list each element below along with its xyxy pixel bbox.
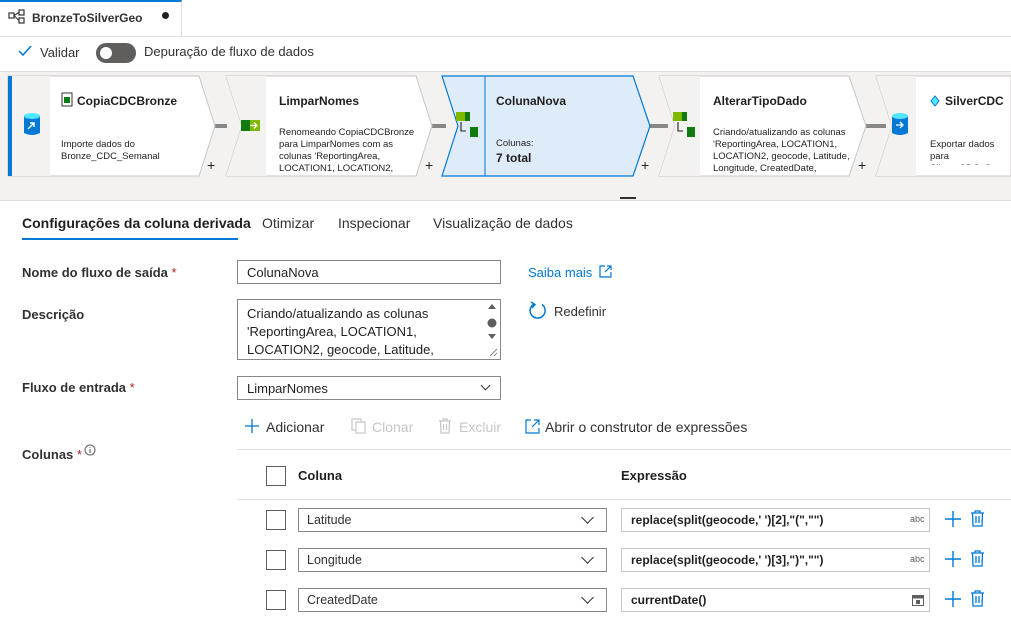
toggle-knob — [100, 47, 112, 59]
clone-button[interactable]: Clonar — [372, 419, 413, 435]
node-title[interactable]: CopiaCDCBronze — [77, 94, 177, 108]
delete-button[interactable]: Excluir — [459, 419, 501, 435]
description-label: Descrição — [22, 307, 85, 322]
string-type-icon: abc — [910, 554, 925, 564]
add-row-icon[interactable] — [945, 511, 961, 527]
select-all-checkbox[interactable] — [266, 466, 286, 486]
add-button[interactable]: Adicionar — [266, 419, 324, 435]
calendar-icon — [912, 595, 924, 606]
column-header: Coluna — [298, 468, 343, 483]
column-select[interactable]: Latitude — [298, 508, 607, 532]
reset-button[interactable]: Redefinir — [554, 304, 606, 319]
expression-input[interactable]: currentDate() — [621, 588, 930, 612]
select-transform-icon — [241, 120, 260, 131]
grid-top-border — [237, 449, 1011, 450]
add-node-button[interactable]: + — [207, 157, 215, 173]
add-row-icon[interactable] — [945, 591, 961, 607]
open-expression-builder-button[interactable]: Abrir o construtor de expressões — [545, 419, 747, 435]
delete-row-icon[interactable] — [970, 510, 985, 527]
node-title[interactable]: LimparNomes — [279, 94, 359, 108]
tab-inspect[interactable]: Inspecionar — [338, 215, 410, 231]
tab-data-preview[interactable]: Visualização de dados — [433, 215, 573, 231]
string-type-icon: abc — [910, 514, 925, 524]
node-description: Importe dados do Bronze_CDC_Semanal — [61, 139, 160, 162]
output-stream-label: Nome do fluxo de saída * — [22, 265, 177, 280]
node-title[interactable]: SilverCDC — [945, 94, 1004, 108]
expression-input[interactable]: replace(split(geocode,' ')[2],"(","") — [621, 508, 930, 532]
textarea-scrollbar[interactable] — [485, 301, 499, 358]
input-stream-select[interactable]: LimparNomes — [237, 376, 501, 400]
delete-icon — [439, 418, 451, 434]
delete-row-icon[interactable] — [970, 590, 985, 607]
columns-label: Colunas * — [22, 447, 82, 462]
node-description: Renomeando CopiaCDCBronze para LimparNom… — [279, 127, 415, 174]
node-description: Exportar dados para Silver_CDC_Semanal — [930, 139, 1011, 165]
checkmark-icon — [18, 45, 32, 57]
node-title[interactable]: AlterarTipoDado — [713, 94, 807, 108]
node-columns-total: 7 total — [496, 151, 532, 165]
active-tab-indicator — [22, 238, 238, 240]
node-description: Criando/atualizando as colunas 'Reportin… — [713, 127, 850, 174]
column-select[interactable]: Longitude — [298, 548, 607, 572]
expression-input[interactable]: replace(split(geocode,' ')[3],")","") — [621, 548, 930, 572]
tab-title: BronzeToSilverGeo — [32, 11, 143, 25]
row-checkbox[interactable] — [266, 590, 286, 610]
sink-icon — [892, 113, 908, 135]
open-expression-builder-icon — [525, 419, 540, 434]
tab-derived-column-settings[interactable]: Configurações da coluna derivada — [22, 215, 251, 231]
add-node-button[interactable]: + — [425, 157, 433, 173]
expression-header: Expressão — [621, 468, 687, 483]
info-icon[interactable] — [84, 444, 96, 456]
clone-icon — [351, 418, 366, 434]
row-checkbox[interactable] — [266, 510, 286, 530]
dataflow-graph — [7, 75, 1011, 199]
external-link-icon[interactable] — [599, 265, 612, 278]
debug-label: Depuração de fluxo de dados — [144, 44, 314, 59]
reset-icon[interactable] — [528, 301, 547, 320]
source-icon — [24, 113, 40, 135]
grid-header-border — [237, 499, 1011, 500]
add-node-button[interactable]: + — [858, 157, 866, 173]
dataset-icon — [61, 92, 73, 107]
node-columns-label: Colunas: — [496, 138, 534, 149]
dataflow-icon — [8, 9, 25, 24]
row-checkbox[interactable] — [266, 550, 286, 570]
add-row-icon[interactable] — [945, 551, 961, 567]
tab-optimize[interactable]: Otimizar — [262, 215, 314, 231]
description-textarea[interactable]: Criando/atualizando as colunas 'Reportin… — [237, 299, 501, 360]
validate-button[interactable]: Validar — [40, 45, 80, 60]
node-colunanova — [441, 75, 651, 177]
output-stream-input[interactable]: ColunaNova — [237, 260, 501, 284]
add-icon — [245, 419, 259, 433]
add-node-button[interactable]: + — [641, 157, 649, 173]
delete-row-icon[interactable] — [970, 550, 985, 567]
node-title[interactable]: ColunaNova — [496, 94, 566, 108]
column-select[interactable]: CreatedDate — [298, 588, 607, 612]
input-stream-label: Fluxo de entrada * — [22, 380, 135, 395]
learn-more-link[interactable]: Saiba mais — [528, 265, 592, 280]
unsaved-dot-icon — [162, 12, 169, 19]
